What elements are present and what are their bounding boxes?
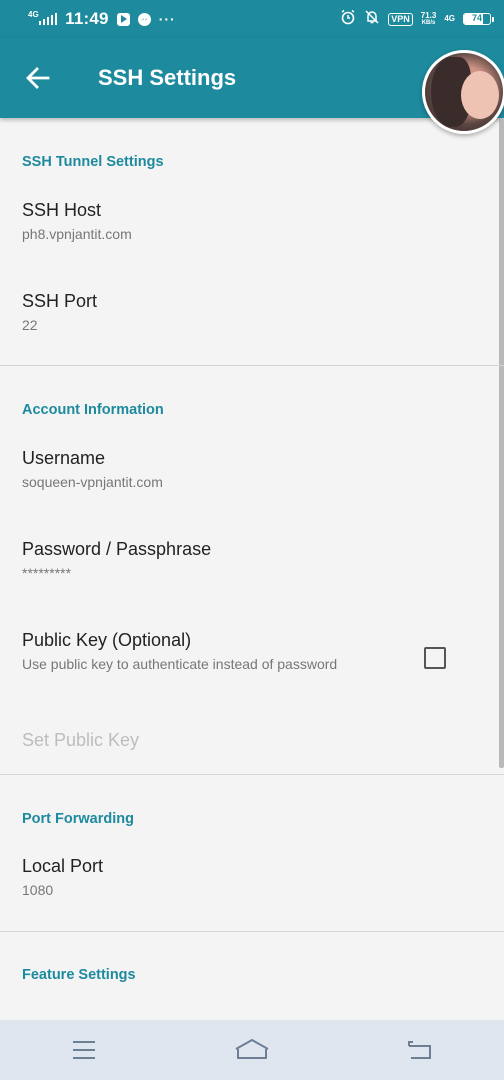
status-bar: 4G 11:49 ··· VPN 71.3 KB/s 4G 74 (0, 0, 504, 38)
network-type-right: 4G (444, 14, 455, 23)
ssh-port-title: SSH Port (22, 291, 98, 311)
system-back-button[interactable] (390, 1020, 450, 1080)
ssh-port-value: 22 (22, 317, 38, 333)
ssh-host-item[interactable]: SSH Host ph8.vpnjantit.com (0, 200, 480, 260)
status-bar-right: VPN 71.3 KB/s 4G 74 (340, 9, 494, 30)
username-title: Username (22, 448, 106, 468)
ssh-host-value: ph8.vpnjantit.com (22, 226, 132, 242)
speed-unit: KB/s (421, 19, 436, 26)
status-bar-left: 4G 11:49 ··· (28, 9, 176, 29)
local-port-value: 1080 (22, 882, 54, 898)
youtube-icon (116, 12, 130, 26)
notifications-off-icon (364, 9, 380, 30)
more-notifications-icon: ··· (158, 11, 176, 27)
scrollbar[interactable] (499, 118, 504, 768)
public-key-item[interactable]: Public Key (Optional) Use public key to … (0, 630, 480, 700)
navigation-bar (0, 1020, 504, 1080)
username-item[interactable]: Username soqueen-vpnjantit.com (0, 448, 480, 508)
back-button[interactable] (0, 38, 78, 118)
username-value: soqueen-vpnjantit.com (22, 474, 163, 490)
battery-icon: 74 (463, 13, 494, 25)
settings-list[interactable]: SSH Tunnel Settings SSH Host ph8.vpnjant… (0, 118, 504, 1020)
password-title: Password / Passphrase (22, 539, 212, 559)
alarm-icon (340, 9, 356, 30)
status-time: 11:49 (65, 9, 109, 28)
avatar[interactable] (422, 50, 504, 134)
divider (0, 774, 504, 775)
signal-icon (38, 13, 58, 25)
divider (0, 931, 504, 932)
public-key-title: Public Key (Optional) (22, 630, 192, 650)
section-header-account: Account Information (22, 402, 164, 418)
section-header-port-forwarding: Port Forwarding (22, 811, 134, 827)
section-header-ssh-tunnel: SSH Tunnel Settings (22, 154, 164, 170)
ssh-host-title: SSH Host (22, 200, 102, 220)
vpn-indicator: VPN (388, 12, 413, 26)
page-title: SSH Settings (98, 65, 237, 90)
arrow-left-icon (26, 67, 50, 89)
set-public-key-item[interactable]: Set Public Key (0, 730, 139, 751)
password-value: ********* (22, 565, 72, 581)
public-key-checkbox[interactable] (424, 647, 446, 669)
password-item[interactable]: Password / Passphrase ********* (0, 539, 480, 599)
local-port-item[interactable]: Local Port 1080 (0, 856, 480, 916)
ssh-port-item[interactable]: SSH Port 22 (0, 291, 480, 351)
battery-level: 74 (471, 13, 482, 23)
network-type-left: 4G (28, 10, 39, 19)
divider (0, 365, 504, 366)
recent-apps-button[interactable] (54, 1020, 114, 1080)
speed-value: 71.3 (420, 10, 437, 20)
local-port-title: Local Port (22, 856, 104, 876)
section-header-feature-settings: Feature Settings (22, 967, 136, 983)
menu-icon (73, 1041, 95, 1059)
home-icon (235, 1039, 269, 1059)
network-speed: 71.3 KB/s (420, 10, 437, 27)
messenger-icon (137, 12, 151, 26)
public-key-summary: Use public key to authenticate instead o… (22, 656, 338, 672)
home-button[interactable] (222, 1020, 282, 1080)
back-icon (408, 1041, 431, 1059)
